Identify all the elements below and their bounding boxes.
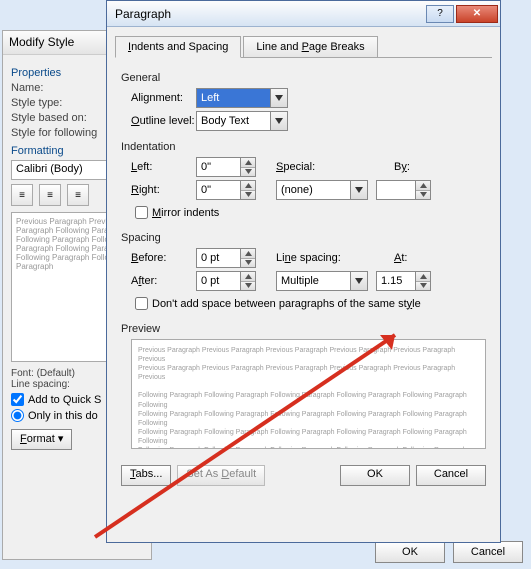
chevron-down-icon — [270, 89, 287, 107]
by-spin[interactable] — [376, 180, 431, 200]
mirror-indents-checkbox[interactable] — [135, 206, 148, 219]
align-left-icon[interactable]: ≡ — [11, 184, 33, 206]
chevron-down-icon — [241, 259, 255, 268]
before-label: Before: — [121, 252, 196, 264]
indentation-heading: Indentation — [121, 141, 486, 153]
chevron-down-icon — [241, 168, 255, 177]
chevron-down-icon — [350, 181, 367, 199]
chevron-up-icon — [241, 158, 255, 168]
stage: OK Cancel Modify Style Properties Name: … — [0, 0, 531, 569]
tabs-button[interactable]: Tabs... — [121, 465, 171, 486]
dialog-title: Paragraph — [115, 7, 424, 21]
mirror-indents-label: Mirror indents — [152, 207, 219, 219]
special-select[interactable]: (none) — [276, 180, 368, 200]
align-right-icon[interactable]: ≡ — [67, 184, 89, 206]
parent-dialog-buttons: OK Cancel — [375, 541, 523, 563]
close-icon: ✕ — [473, 8, 481, 19]
spin-buttons[interactable] — [240, 158, 255, 176]
titlebar: Paragraph ? ✕ — [107, 1, 500, 27]
parent-cancel-button[interactable]: Cancel — [453, 541, 523, 563]
before-spin[interactable]: 0 pt — [196, 248, 256, 268]
spacing-heading: Spacing — [121, 232, 486, 244]
outline-level-select[interactable]: Body Text — [196, 111, 288, 131]
left-spin[interactable]: 0" — [196, 157, 256, 177]
format-button[interactable]: Format ▾ — [11, 429, 72, 450]
right-label: Right: — [121, 184, 196, 196]
add-quick-label: Add to Quick S — [28, 394, 101, 406]
tab-line-page-breaks[interactable]: Line and Page Breaks — [243, 36, 377, 58]
line-spacing-select[interactable]: Multiple — [276, 271, 368, 291]
chevron-down-icon — [270, 112, 287, 130]
close-button[interactable]: ✕ — [456, 5, 498, 23]
dialog-body: General Alignment: Left Outline level: B… — [107, 58, 500, 459]
chevron-down-icon — [416, 282, 430, 291]
at-label: At: — [394, 252, 407, 264]
paragraph-dialog: Paragraph ? ✕ Indents and Spacing Line a… — [106, 0, 501, 543]
dont-add-space-checkbox[interactable] — [135, 297, 148, 310]
chevron-down-icon — [241, 191, 255, 200]
help-button[interactable]: ? — [426, 5, 454, 23]
question-icon: ? — [437, 8, 443, 19]
chevron-up-icon — [241, 249, 255, 259]
line-spacing-label: Line spacing: — [276, 252, 356, 264]
only-doc-radio[interactable] — [11, 409, 24, 422]
left-label: Left: — [121, 161, 196, 173]
general-heading: General — [121, 72, 486, 84]
after-spin[interactable]: 0 pt — [196, 271, 256, 291]
align-center-icon[interactable]: ≡ — [39, 184, 61, 206]
at-spin[interactable]: 1.15 — [376, 271, 431, 291]
chevron-down-icon — [241, 282, 255, 291]
chevron-up-icon — [416, 181, 430, 191]
chevron-up-icon — [241, 272, 255, 282]
alignment-select[interactable]: Left — [196, 88, 288, 108]
right-spin[interactable]: 0" — [196, 180, 256, 200]
by-label: By: — [394, 161, 410, 173]
set-default-button[interactable]: Set As Default — [177, 465, 265, 486]
spin-buttons[interactable] — [240, 181, 255, 199]
preview-heading: Preview — [121, 323, 486, 335]
chevron-up-icon — [241, 181, 255, 191]
add-quick-checkbox[interactable] — [11, 393, 24, 406]
dialog-footer: Tabs... Set As Default OK Cancel — [107, 459, 500, 492]
chevron-down-icon — [350, 272, 367, 290]
spin-buttons[interactable] — [415, 181, 430, 199]
dont-add-space-label: Don't add space between paragraphs of th… — [152, 298, 421, 310]
special-label: Special: — [276, 161, 346, 173]
chevron-up-icon — [416, 272, 430, 282]
parent-ok-button[interactable]: OK — [375, 541, 445, 563]
tab-indents-spacing[interactable]: Indents and Spacing — [115, 36, 241, 58]
only-doc-label: Only in this do — [28, 410, 98, 422]
spin-buttons[interactable] — [240, 249, 255, 267]
tab-bar: Indents and Spacing Line and Page Breaks — [115, 35, 492, 58]
preview-box: Previous Paragraph Previous Paragraph Pr… — [131, 339, 486, 449]
after-label: After: — [121, 275, 196, 287]
spin-buttons[interactable] — [240, 272, 255, 290]
chevron-down-icon — [416, 191, 430, 200]
cancel-button[interactable]: Cancel — [416, 465, 486, 486]
ok-button[interactable]: OK — [340, 465, 410, 486]
alignment-label: Alignment: — [121, 92, 196, 104]
spin-buttons[interactable] — [415, 272, 430, 290]
outline-level-label: Outline level: — [121, 115, 196, 127]
